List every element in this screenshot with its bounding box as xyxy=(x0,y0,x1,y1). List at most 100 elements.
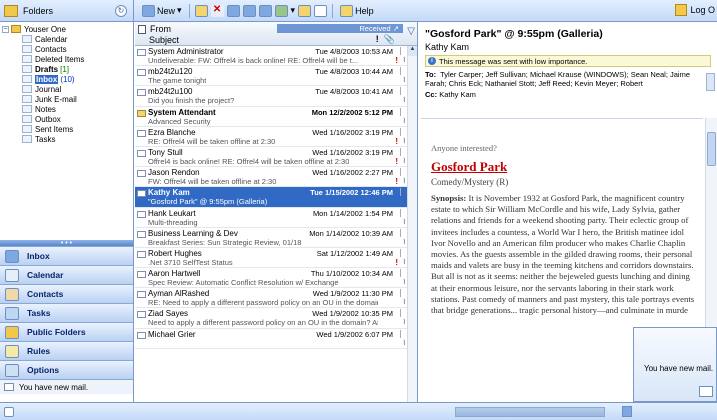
address-book-icon[interactable] xyxy=(314,4,328,17)
list-scrollbar[interactable]: ▲ xyxy=(407,46,417,402)
body-question: Anyone interested? xyxy=(431,143,497,153)
find-icon[interactable] xyxy=(298,4,312,17)
reply-icon[interactable] xyxy=(226,4,240,17)
view-chevron-icon[interactable]: ▾ xyxy=(291,5,296,16)
tree-item-calendar[interactable]: Calendar xyxy=(2,34,133,44)
nav-calendar-button[interactable]: Calendar xyxy=(0,265,133,284)
message-subject-preview: Advanced Security xyxy=(148,116,211,126)
message-rows: System Administrator Tue 4/8/2003 10:53 A… xyxy=(135,46,407,402)
flag-icon[interactable] xyxy=(400,248,406,257)
flag-icon[interactable] xyxy=(400,87,406,96)
importance-column-icon[interactable]: ! 📎 xyxy=(376,34,395,45)
flag-icon[interactable] xyxy=(400,309,406,318)
nav-rules-button[interactable]: Rules xyxy=(0,341,133,360)
column-from[interactable]: From xyxy=(138,24,171,34)
message-row[interactable]: mb24t2u100 Tue 4/8/2003 10:41 AM Did you f… xyxy=(135,86,407,107)
tree-root[interactable]: − Youser One xyxy=(2,24,133,34)
folder-pane: − Youser One Calendar Contacts Deleted I… xyxy=(0,22,134,402)
list-header: From Received ↗ Subject ! 📎 ▽ xyxy=(135,22,417,46)
new-mail-toast[interactable]: You have new mail. xyxy=(633,327,717,402)
importance-info-text: This message was sent with low importanc… xyxy=(439,56,588,66)
flag-icon[interactable] xyxy=(400,289,406,298)
reply-all-icon[interactable] xyxy=(242,4,256,17)
collapse-icon[interactable]: − xyxy=(2,25,9,33)
tree-item-journal[interactable]: Journal xyxy=(2,84,133,94)
new-mail-notice[interactable]: You have new mail. xyxy=(0,379,133,394)
flag-icon[interactable] xyxy=(400,329,406,338)
forward-icon[interactable] xyxy=(258,4,272,17)
column-received-label: Received xyxy=(359,24,391,33)
envelope-icon xyxy=(137,89,146,97)
nav-inbox-button[interactable]: Inbox xyxy=(0,246,133,265)
flag-icon[interactable] xyxy=(400,147,406,156)
tree-item-sent-items[interactable]: Sent Items xyxy=(2,124,133,134)
flag-icon[interactable] xyxy=(400,188,406,197)
flag-icon[interactable] xyxy=(400,228,406,237)
tree-item-tasks[interactable]: Tasks xyxy=(2,134,133,144)
message-row[interactable]: Jason Rendon Wed 1/16/2002 2:27 PM FW: Off… xyxy=(135,167,407,188)
flag-icon[interactable] xyxy=(400,107,406,116)
tree-item-inbox[interactable]: Inbox (10) xyxy=(2,74,133,84)
message-row[interactable]: Ezra Blanche Wed 1/16/2002 3:19 PM RE: Off… xyxy=(135,127,407,147)
message-date: Wed 1/9/2002 11:30 PM xyxy=(312,289,393,299)
flag-icon[interactable] xyxy=(400,47,406,55)
message-row[interactable]: Kathy Kam Tue 1/15/2002 12:46 PM "Gosford … xyxy=(135,187,407,208)
message-row[interactable]: Aaron Hartwell Thu 1/10/2002 10:34 AM Spec… xyxy=(135,268,407,289)
message-row[interactable]: Ayman AlRashed Wed 1/9/2002 11:30 PM RE: N… xyxy=(135,288,407,309)
message-row[interactable]: Hank Leukart Mon 1/14/2002 1:54 PM Multi-t… xyxy=(135,208,407,228)
nav-tasks-button[interactable]: Tasks xyxy=(0,303,133,322)
view-icon[interactable] xyxy=(274,4,288,17)
message-subject-preview: Did you finish the project? xyxy=(148,96,235,106)
message-from: Robert Hughes xyxy=(148,248,202,258)
message-date: Tue 4/8/2003 10:41 AM xyxy=(315,87,393,97)
message-row[interactable]: Ziad Sayes Wed 1/9/2002 10:35 PM Need to a… xyxy=(135,308,407,329)
attachment-icon: ⌇ xyxy=(402,117,406,125)
filter-icon[interactable]: ▽ xyxy=(407,26,415,37)
cc-recipients[interactable]: Kathy Kam xyxy=(439,90,476,99)
column-received[interactable]: Received ↗ xyxy=(277,24,403,33)
tree-item-junk-email[interactable]: Junk E-mail xyxy=(2,94,133,104)
recipients-scroll[interactable] xyxy=(706,73,715,91)
envelope-icon xyxy=(699,386,713,397)
help-button[interactable]: Help xyxy=(338,2,376,20)
new-button[interactable]: New ▾ xyxy=(140,2,184,20)
flag-icon[interactable] xyxy=(400,208,406,217)
tree-item-outbox[interactable]: Outbox xyxy=(2,114,133,124)
message-row[interactable]: Business Learning & Dev Mon 1/14/2002 10:… xyxy=(135,228,407,248)
nav-label: Inbox xyxy=(27,251,50,261)
flag-icon[interactable] xyxy=(400,168,406,177)
message-date: Tue 4/8/2003 10:53 AM xyxy=(315,47,393,56)
nav-contacts-button[interactable]: Contacts xyxy=(0,284,133,303)
tree-item-contacts[interactable]: Contacts xyxy=(2,44,133,54)
scroll-thumb[interactable] xyxy=(707,132,716,166)
message-row[interactable]: Michael Grier Wed 1/9/2002 6:07 PM ⌇ xyxy=(135,329,407,349)
tree-item-deleted-items[interactable]: Deleted Items xyxy=(2,54,133,64)
message-row[interactable]: Robert Hughes Sat 1/12/2002 1:49 AM .Net 3… xyxy=(135,248,407,269)
message-row[interactable]: System Attendant Mon 12/2/2002 5:12 PM Adv… xyxy=(135,107,407,127)
nav-public-folders-button[interactable]: Public Folders xyxy=(0,322,133,341)
column-subject[interactable]: Subject xyxy=(149,35,179,45)
delete-icon[interactable]: ✕ xyxy=(210,4,224,17)
tree-item-drafts[interactable]: Drafts [1] xyxy=(2,64,133,74)
flag-icon[interactable] xyxy=(400,127,406,136)
tree-item-notes[interactable]: Notes xyxy=(2,104,133,114)
calendar-icon xyxy=(22,35,32,43)
message-row[interactable]: System Administrator Tue 4/8/2003 10:53 A… xyxy=(135,46,407,67)
flag-icon[interactable] xyxy=(400,67,406,76)
envelope-icon xyxy=(137,250,146,258)
flag-icon[interactable] xyxy=(400,269,406,278)
move-to-folder-icon[interactable] xyxy=(194,4,208,17)
logoff-button[interactable]: Log O xyxy=(675,4,715,16)
message-date: Tue 1/15/2002 12:46 PM xyxy=(310,188,393,198)
nav-options-button[interactable]: Options xyxy=(0,360,133,379)
message-from: System Administrator xyxy=(148,47,224,56)
movie-title-link[interactable]: Gosford Park xyxy=(431,159,695,175)
message-row[interactable]: mb24t2u120 Tue 4/8/2003 10:44 AM The game … xyxy=(135,66,407,87)
to-recipients[interactable]: Tyler Carper; Jeff Sullivan; Michael Kra… xyxy=(425,70,690,88)
attachment-icon: ⌇ xyxy=(402,319,406,327)
refresh-icon[interactable]: ↻ xyxy=(115,4,127,17)
scroll-up-icon[interactable]: ▲ xyxy=(408,46,417,56)
message-row[interactable]: Tony Stull Wed 1/16/2002 3:19 PM Offrel4 i… xyxy=(135,147,407,168)
chevron-down-icon[interactable]: ▾ xyxy=(177,5,182,16)
message-sender[interactable]: Kathy Kam xyxy=(425,42,711,52)
